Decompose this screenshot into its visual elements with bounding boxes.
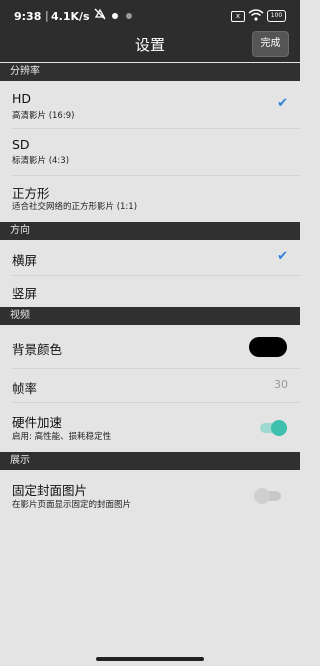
frame-rate-value: 30 [274, 378, 288, 391]
check-icon: ✔ [277, 249, 288, 264]
frame-rate-row[interactable]: 帧率 [0, 369, 300, 402]
option-label: 竖屏 [12, 286, 38, 301]
section-header-display: 展示 [0, 452, 300, 470]
top-bar: 9:38 | 4.1K/s x 100 设置 完成 [0, 0, 300, 62]
option-label: SD [12, 137, 30, 152]
orientation-option-landscape[interactable]: 横屏 ✔ [0, 241, 300, 275]
resolution-option-hd[interactable]: HD 高清影片 (16:9) ✔ [0, 82, 300, 128]
option-label: 横屏 [12, 253, 38, 268]
section-header-video: 视频 [0, 307, 300, 325]
background-color-swatch[interactable] [249, 337, 287, 357]
done-button[interactable]: 完成 [252, 31, 289, 57]
sim-icon: x [231, 11, 245, 22]
option-sublabel: 适合社交网络的正方形影片 (1:1) [12, 202, 138, 212]
battery-icon: 100 [267, 10, 286, 22]
resolution-option-square[interactable]: 正方形 适合社交网络的正方形影片 (1:1) [0, 176, 300, 219]
option-sublabel: 高清影片 (16:9) [12, 111, 75, 121]
hardware-acceleration-label: 硬件加速 [12, 415, 63, 430]
fixed-cover-sublabel: 在影片页面显示固定的封面图片 [12, 500, 132, 510]
fixed-cover-toggle[interactable] [254, 488, 281, 504]
resolution-option-sd[interactable]: SD 标清影片 (4:3) [0, 129, 300, 175]
status-separator: | [45, 9, 49, 22]
fixed-cover-label: 固定封面图片 [12, 483, 88, 498]
status-time: 9:38 [14, 10, 42, 23]
status-net-speed: 4.1K/s [51, 10, 90, 23]
option-sublabel: 标清影片 (4:3) [12, 156, 70, 166]
status-bar: 9:38 | 4.1K/s x 100 [0, 0, 300, 30]
toggle-knob [254, 488, 270, 504]
background-color-label: 背景颜色 [12, 342, 63, 357]
notification-dot-icon [112, 13, 118, 19]
orientation-option-portrait[interactable]: 竖屏 [0, 276, 300, 306]
hardware-acceleration-row[interactable]: 硬件加速 启用: 高性能、损耗稳定性 [0, 403, 300, 449]
section-header-resolution: 分辨率 [0, 63, 300, 81]
frame-rate-label: 帧率 [12, 381, 38, 396]
toggle-knob [271, 420, 287, 436]
check-icon: ✔ [277, 96, 288, 111]
notification-dot-icon [126, 13, 132, 19]
dnd-icon [93, 7, 107, 24]
option-label: HD [12, 91, 32, 106]
wifi-icon [248, 9, 264, 24]
hardware-acceleration-toggle[interactable] [260, 420, 287, 436]
section-header-orientation: 方向 [0, 222, 300, 240]
home-indicator[interactable] [96, 657, 204, 661]
hardware-acceleration-sublabel: 启用: 高性能、损耗稳定性 [12, 432, 112, 442]
